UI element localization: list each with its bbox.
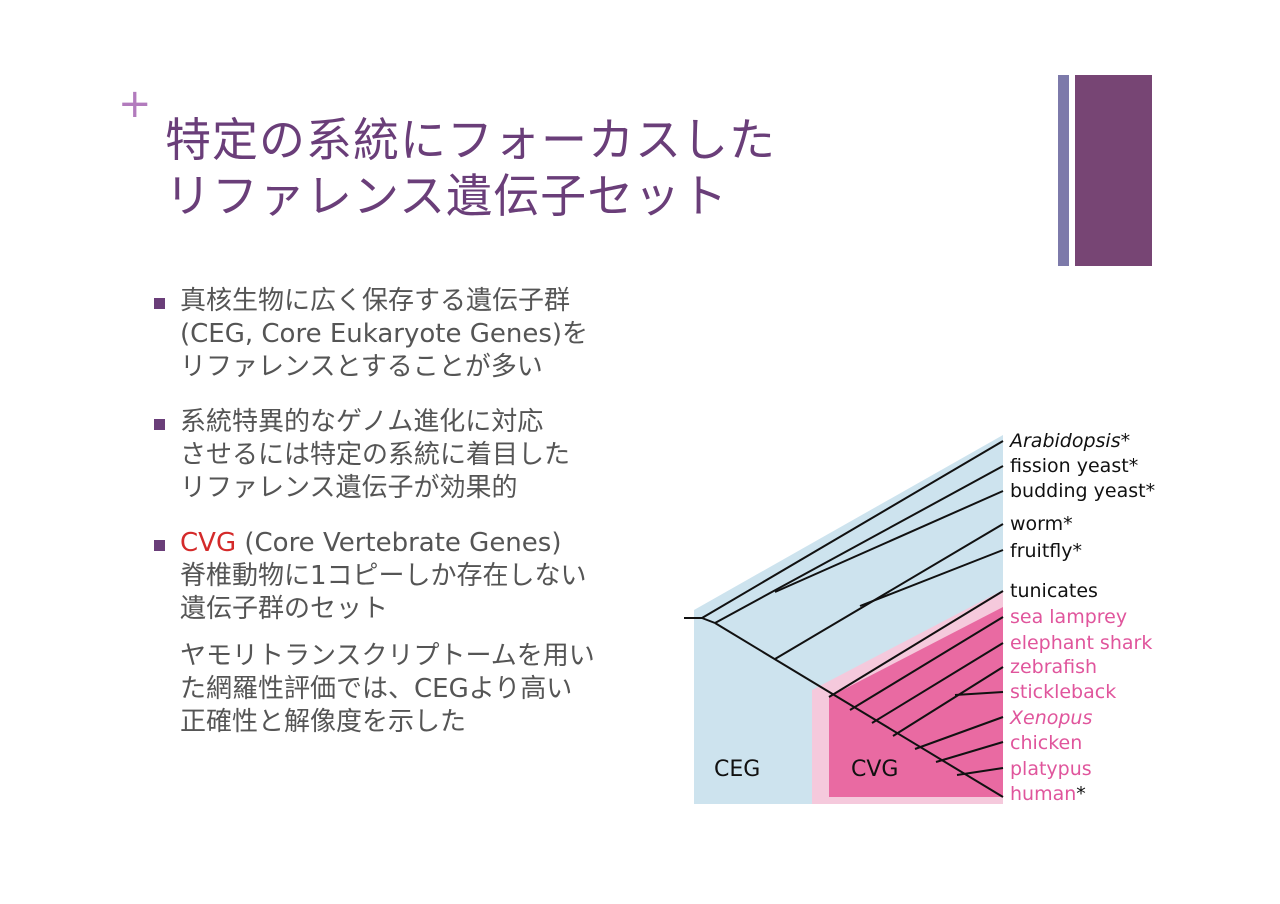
taxon-label-tunicates: tunicates — [1010, 580, 1098, 602]
taxon-name: Arabidopsis — [1008, 430, 1121, 452]
taxon-label-stickleback: stickleback — [1010, 681, 1116, 703]
taxon-asterisk: * — [1121, 430, 1131, 452]
taxon-name: fruitfly — [1010, 540, 1072, 562]
taxon-label-platypus: platypus — [1010, 758, 1092, 780]
taxon-label-xenopus: Xenopus — [1009, 707, 1092, 729]
taxon-name: fission yeast — [1010, 455, 1129, 477]
taxon-label-sea-lamprey: sea lamprey — [1010, 606, 1127, 628]
taxon-asterisk: * — [1146, 480, 1156, 502]
taxa-labels: Arabidopsis*fission yeast*budding yeast*… — [1008, 430, 1155, 805]
taxon-name: human — [1010, 783, 1076, 805]
taxon-name: budding yeast — [1010, 480, 1146, 502]
taxon-label-elephant-shark: elephant shark — [1010, 632, 1152, 654]
taxon-asterisk: * — [1072, 540, 1082, 562]
taxon-label-zebrafish: zebrafish — [1010, 656, 1097, 678]
taxon-name: elephant shark — [1010, 632, 1152, 654]
taxon-name: zebrafish — [1010, 656, 1097, 678]
taxon-name: platypus — [1010, 758, 1092, 780]
taxon-name: stickleback — [1010, 681, 1116, 703]
taxon-label-arabidopsis: Arabidopsis* — [1008, 430, 1130, 452]
taxon-label-worm: worm* — [1010, 513, 1073, 535]
ceg-region-label: CEG — [714, 757, 760, 782]
taxon-label-chicken: chicken — [1010, 732, 1082, 754]
taxon-name: chicken — [1010, 732, 1082, 754]
taxon-asterisk: * — [1076, 783, 1086, 805]
taxon-name: sea lamprey — [1010, 606, 1127, 628]
taxon-name: worm — [1010, 513, 1063, 535]
taxon-label-fission-yeast: fission yeast* — [1010, 455, 1138, 477]
cvg-region-label: CVG — [851, 757, 898, 782]
taxon-asterisk: * — [1063, 513, 1073, 535]
taxon-name: Xenopus — [1009, 707, 1092, 729]
taxon-label-human: human* — [1010, 783, 1086, 805]
phylogeny-diagram: CEG CVG Arabidopsis*fission yeast*buddin… — [684, 430, 1155, 805]
taxon-asterisk: * — [1129, 455, 1139, 477]
taxon-name: tunicates — [1010, 580, 1098, 602]
taxon-label-budding-yeast: budding yeast* — [1010, 480, 1155, 502]
taxon-label-fruitfly: fruitfly* — [1010, 540, 1082, 562]
